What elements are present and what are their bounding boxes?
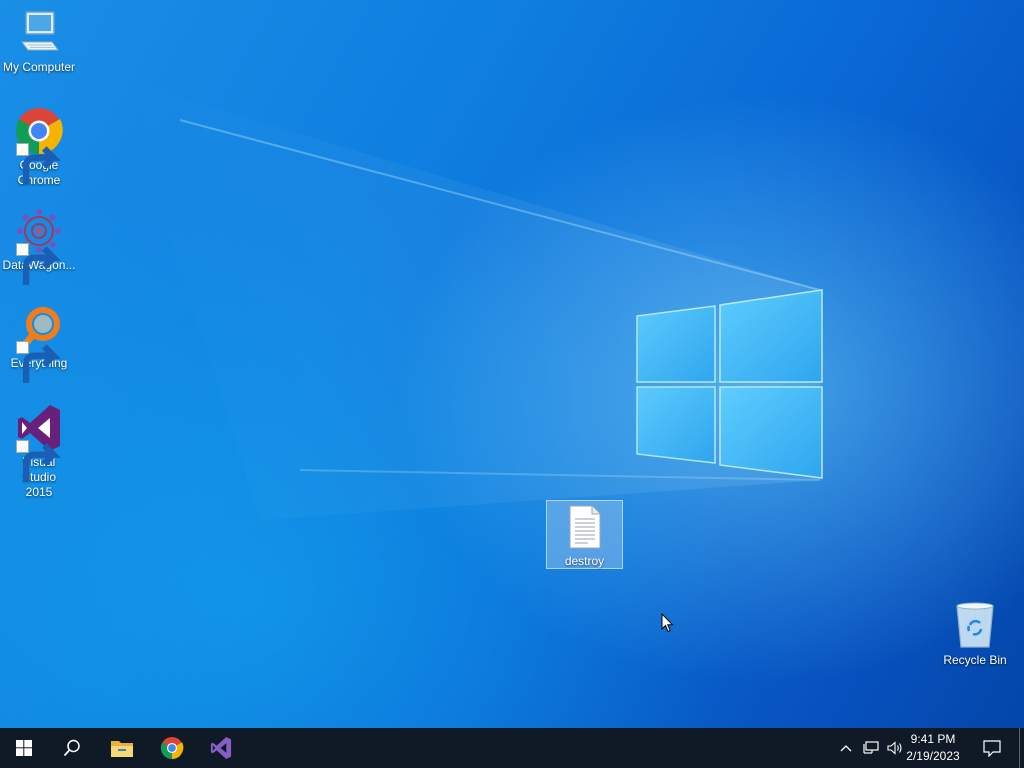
action-center-icon [983, 739, 1001, 757]
wallpaper-windows-logo [636, 289, 823, 479]
wallpaper-light-beams [120, 80, 821, 520]
shortcut-arrow-icon [16, 341, 62, 383]
visual-studio-icon [14, 403, 64, 482]
desktop-icon-datawagon[interactable]: DataWagon... [0, 206, 78, 285]
shortcut-arrow-icon [16, 243, 62, 285]
taskbar-visual-studio[interactable] [197, 728, 245, 768]
desktop-icon-visual-studio-2015[interactable]: Visual Studio 2015 [0, 403, 78, 500]
desktop-icon-destroy-file[interactable]: destroy [546, 500, 623, 569]
show-desktop-button[interactable] [1019, 728, 1024, 768]
mouse-cursor-icon [661, 613, 674, 633]
recycle-bin-icon [950, 601, 1000, 651]
taskbar: 9:41 PM 2/19/2023 [0, 728, 1024, 768]
file-explorer-icon [111, 741, 133, 757]
shortcut-arrow-icon [16, 440, 62, 482]
clock-time: 9:41 PM [910, 732, 956, 746]
action-center-button[interactable] [976, 728, 1008, 768]
taskbar-file-explorer[interactable] [98, 728, 146, 768]
network-icon [863, 741, 879, 754]
search-icon [63, 739, 80, 757]
search-button[interactable] [48, 728, 96, 768]
text-file-icon [566, 505, 604, 549]
show-hidden-icons-button[interactable] [836, 728, 856, 768]
taskbar-clock[interactable]: 9:41 PM 2/19/2023 [898, 731, 968, 765]
visual-studio-icon [210, 736, 232, 760]
chrome-icon [14, 106, 64, 185]
everything-search-icon [14, 304, 64, 383]
desktop-icon-everything[interactable]: Everything [0, 304, 78, 383]
desktop-icon-label: destroy [564, 554, 605, 568]
desktop-icon-recycle-bin[interactable]: Recycle Bin [936, 601, 1014, 668]
chevron-up-icon [840, 745, 852, 752]
shortcut-arrow-icon [16, 143, 62, 185]
chrome-icon [160, 736, 184, 760]
network-button[interactable] [860, 728, 882, 768]
desktop-icon-label: My Computer [2, 60, 76, 74]
clock-date: 2/19/2023 [906, 749, 960, 763]
computer-icon [14, 8, 64, 58]
desktop-icon-label: Recycle Bin [943, 653, 1007, 667]
desktop-icon-google-chrome[interactable]: Google Chrome [0, 106, 78, 188]
desktop-icon-my-computer[interactable]: My Computer [0, 8, 78, 75]
windows-logo-icon [16, 740, 32, 756]
taskbar-chrome[interactable] [148, 728, 196, 768]
desktop[interactable]: My Computer Google Chrome DataWagon... E… [0, 0, 1024, 728]
start-button[interactable] [0, 728, 48, 768]
datawagon-icon [14, 206, 64, 285]
